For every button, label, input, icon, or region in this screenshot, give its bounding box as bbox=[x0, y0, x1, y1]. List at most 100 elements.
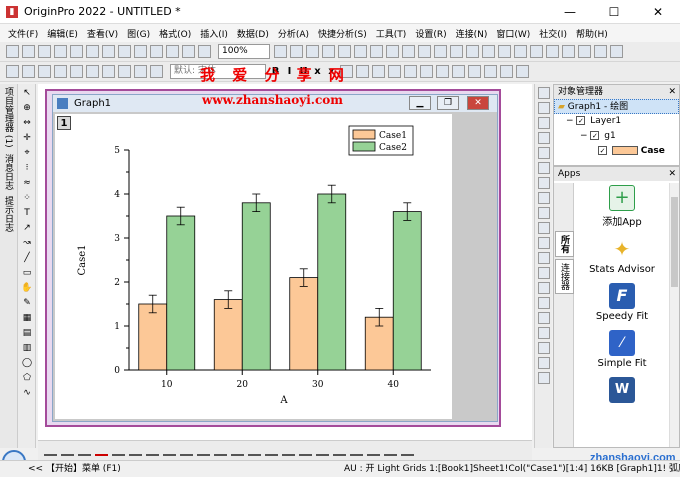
data-cursor-icon[interactable]: ⁝ bbox=[21, 162, 33, 174]
plot-special-icon[interactable] bbox=[150, 65, 163, 78]
plot-cloneable-icon[interactable] bbox=[134, 65, 147, 78]
template-library-icon[interactable] bbox=[282, 445, 295, 456]
command-window-icon[interactable] bbox=[482, 45, 495, 58]
zoom-pan-icon[interactable]: ⊕ bbox=[21, 102, 33, 114]
plot-column-icon[interactable] bbox=[38, 65, 51, 78]
menu-social[interactable]: 社交(I) bbox=[539, 27, 567, 40]
layer-icon[interactable] bbox=[354, 45, 367, 58]
menu-data[interactable]: 数据(D) bbox=[237, 27, 269, 40]
menu-analysis[interactable]: 分析(A) bbox=[278, 27, 309, 40]
menu-insert[interactable]: 插入(I) bbox=[200, 27, 228, 40]
line-symbol-icon[interactable] bbox=[78, 445, 91, 456]
curved-arrow-icon[interactable]: ↝ bbox=[21, 237, 33, 249]
import-icon[interactable] bbox=[134, 45, 147, 58]
3d-plot-icon[interactable] bbox=[197, 445, 210, 456]
whole-page-icon[interactable] bbox=[306, 45, 319, 58]
align-icon[interactable] bbox=[538, 282, 550, 294]
graph-close-button[interactable]: ✕ bbox=[467, 96, 489, 110]
export-icon[interactable] bbox=[610, 45, 623, 58]
distribute-icon[interactable] bbox=[538, 297, 550, 309]
rectangle-tool-icon[interactable]: ▭ bbox=[21, 267, 33, 279]
freehand-icon[interactable]: ∿ bbox=[21, 387, 33, 399]
menu-connectivity[interactable]: 连接(N) bbox=[456, 27, 488, 40]
tree-layer1[interactable]: − ✓ Layer1 bbox=[554, 114, 679, 129]
align-left-icon[interactable] bbox=[436, 65, 449, 78]
scale-icon[interactable]: ⇔ bbox=[21, 117, 33, 129]
project-manager-tab[interactable]: 项目管理器 (1) bbox=[0, 84, 16, 151]
new-matrix-icon[interactable] bbox=[70, 45, 83, 58]
pointer-icon[interactable]: ↖ bbox=[21, 87, 33, 99]
screen-reader-icon[interactable]: ✛ bbox=[21, 132, 33, 144]
menu-view[interactable]: 查看(V) bbox=[87, 27, 118, 40]
app-stats-advisor[interactable]: ✦ Stats Advisor bbox=[576, 236, 668, 275]
fill-color-icon[interactable] bbox=[372, 65, 385, 78]
scroll-thumb[interactable] bbox=[671, 197, 678, 287]
text-color-icon[interactable] bbox=[356, 65, 369, 78]
apps-scrollbar[interactable] bbox=[669, 183, 679, 447]
speed-mode-icon[interactable] bbox=[538, 117, 550, 129]
menu-file[interactable]: 文件(F) bbox=[8, 27, 38, 40]
error-bar-icon[interactable] bbox=[316, 445, 329, 456]
stat-plot-icon[interactable] bbox=[163, 445, 176, 456]
axis-break-icon[interactable] bbox=[299, 445, 312, 456]
back-icon[interactable] bbox=[538, 267, 550, 279]
menu-format[interactable]: 格式(O) bbox=[159, 27, 191, 40]
apps-icon[interactable] bbox=[514, 45, 527, 58]
layer-contents-icon[interactable] bbox=[538, 162, 550, 174]
axis-icon[interactable] bbox=[538, 102, 550, 114]
data-selector-icon[interactable]: ≈ bbox=[21, 177, 33, 189]
plot-stat-icon[interactable] bbox=[86, 65, 99, 78]
layer1-checkbox[interactable]: ✓ bbox=[576, 116, 586, 125]
tab-connectors[interactable]: 连接器 bbox=[555, 259, 574, 294]
more-icon[interactable] bbox=[516, 65, 529, 78]
new-notes-icon[interactable] bbox=[86, 45, 99, 58]
new-sheet-icon[interactable] bbox=[38, 45, 51, 58]
legend-right-icon[interactable] bbox=[538, 147, 550, 159]
new-book-icon[interactable] bbox=[22, 45, 35, 58]
app-speedy-fit[interactable]: F Speedy Fit bbox=[576, 283, 668, 322]
messages-icon[interactable] bbox=[562, 45, 575, 58]
mask-icon[interactable]: ▦ bbox=[21, 312, 33, 324]
plot-3d-icon[interactable] bbox=[54, 65, 67, 78]
tree-graph1[interactable]: ▰ Graph1 - 绘图 bbox=[554, 99, 679, 114]
script-window-icon[interactable] bbox=[466, 45, 479, 58]
new-project-icon[interactable] bbox=[6, 45, 19, 58]
app-add[interactable]: + 添加App bbox=[576, 185, 668, 228]
arrange-icon[interactable] bbox=[538, 192, 550, 204]
ternary-plot-icon[interactable] bbox=[231, 445, 244, 456]
plot-contour-icon[interactable] bbox=[70, 65, 83, 78]
plot-template-icon[interactable] bbox=[102, 65, 115, 78]
line-plot-icon[interactable] bbox=[44, 445, 57, 456]
apps-nav-arrows[interactable] bbox=[554, 183, 573, 229]
color-scale-icon[interactable] bbox=[402, 45, 415, 58]
object-manager-icon[interactable] bbox=[498, 45, 511, 58]
bar-chart[interactable]: 0 1 2 3 4 5 10 20 30 40 A Case1 Case1 Case2 bbox=[55, 114, 452, 419]
lock-icon[interactable] bbox=[538, 357, 550, 369]
extract-icon[interactable] bbox=[538, 207, 550, 219]
collapse-icon[interactable]: − bbox=[566, 116, 574, 126]
menu-quick-analysis[interactable]: 快捷分析(S) bbox=[318, 27, 367, 40]
open-icon[interactable] bbox=[102, 45, 115, 58]
line-style-icon[interactable] bbox=[404, 65, 417, 78]
symbol-icon[interactable] bbox=[420, 65, 433, 78]
scatter-plot-icon[interactable] bbox=[61, 445, 74, 456]
graph-maximize-button[interactable]: ❐ bbox=[437, 96, 459, 110]
plot-options-icon[interactable] bbox=[401, 445, 414, 456]
tab-all-apps[interactable]: 所有 bbox=[555, 231, 574, 257]
minimize-button[interactable]: — bbox=[548, 0, 592, 24]
flip-icon[interactable] bbox=[538, 342, 550, 354]
print-icon[interactable] bbox=[150, 45, 163, 58]
g1-checkbox[interactable]: ✓ bbox=[590, 131, 600, 140]
collapse-icon[interactable]: − bbox=[580, 131, 588, 141]
smart-hint-icon[interactable] bbox=[578, 45, 591, 58]
plot-line-icon[interactable] bbox=[22, 65, 35, 78]
hints-log-tab[interactable]: 提示日志 bbox=[0, 193, 16, 235]
snap-icon[interactable] bbox=[538, 372, 550, 384]
messages-log-tab[interactable]: 消息日志 bbox=[0, 151, 16, 193]
more-plots-icon[interactable] bbox=[384, 445, 397, 456]
area-plot-icon[interactable] bbox=[146, 445, 159, 456]
graph-minimize-button[interactable]: ▁ bbox=[409, 96, 431, 110]
zoom-out-icon[interactable] bbox=[290, 45, 303, 58]
menu-edit[interactable]: 编辑(E) bbox=[47, 27, 78, 40]
align-center-icon[interactable] bbox=[452, 65, 465, 78]
